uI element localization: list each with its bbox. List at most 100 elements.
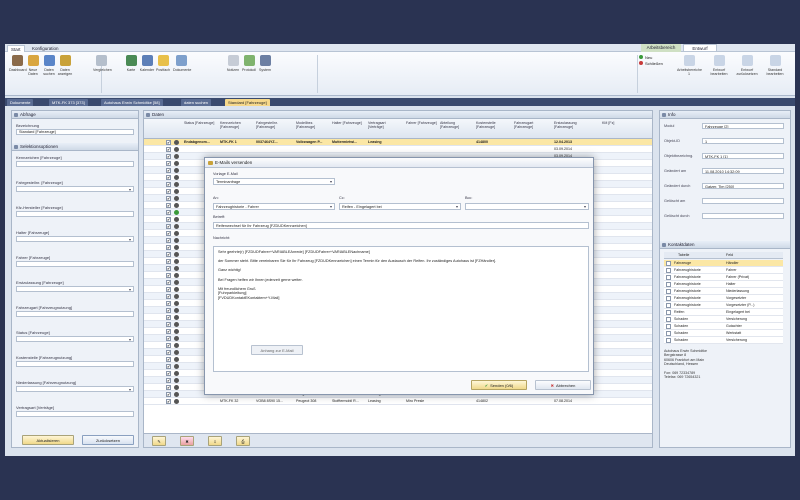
row-checkbox[interactable]: ✔	[166, 301, 171, 306]
close-action[interactable]: Schließen	[639, 61, 663, 67]
kontakt-row-checkbox[interactable]	[666, 331, 671, 336]
workspace-button-1[interactable]: Entwurf bearbeiten	[707, 55, 731, 76]
row-checkbox[interactable]: ✔	[166, 280, 171, 285]
table-column-header[interactable]: Erstzulassung [Fahrzeuge]	[554, 121, 588, 129]
edit-button[interactable]: ✎	[152, 436, 166, 446]
ribbon-button-10[interactable]: Protokoll	[241, 55, 257, 72]
info-field-value[interactable]: 11.08.2010 14:32:09	[702, 168, 784, 174]
refresh-button[interactable]: Aktualisieren	[22, 435, 74, 445]
kontakt-row-checkbox[interactable]	[666, 289, 671, 294]
delete-button[interactable]: ✖	[180, 436, 194, 446]
doc-tab-dokumente[interactable]: Dokumente	[7, 99, 34, 106]
reset-button[interactable]: Zurücksetzen	[82, 435, 134, 445]
row-checkbox[interactable]: ✔	[166, 175, 171, 180]
ribbon-button-11[interactable]: System	[257, 55, 273, 72]
kontakt-row-checkbox[interactable]	[666, 303, 671, 308]
row-checkbox[interactable]: ✔	[166, 266, 171, 271]
row-checkbox[interactable]: ✔	[166, 245, 171, 250]
workspace-button-0[interactable]: Arbeitsbereiche 1	[677, 55, 702, 76]
kontakt-row[interactable]: Fahrzeughistorie Fahrer (Privat)	[664, 274, 783, 281]
ribbon-button-0[interactable]: Dashboard	[9, 55, 27, 72]
bezeichnung-field[interactable]: Standard [Fahrzeuge]	[16, 129, 134, 135]
kontakt-row-checkbox[interactable]	[666, 338, 671, 343]
row-checkbox[interactable]: ✔	[166, 154, 171, 159]
table-column-header[interactable]: Halter [Fahrzeuge]	[332, 121, 366, 125]
attachment-button[interactable]: Anhang zur E-Mail	[251, 345, 303, 355]
row-checkbox[interactable]: ✔	[166, 210, 171, 215]
row-checkbox[interactable]: ✔	[166, 336, 171, 341]
doc-tab-standard[interactable]: Standard [Fahrzeuge]	[225, 99, 270, 106]
row-checkbox[interactable]: ✔	[166, 217, 171, 222]
row-checkbox[interactable]: ✔	[166, 189, 171, 194]
info-field-value[interactable]: Gatzer, Tim [250]	[702, 183, 784, 189]
option-field[interactable]	[16, 386, 134, 392]
table-column-header[interactable]: Fahrer [Fahrzeuge]	[406, 121, 440, 125]
ribbon-button-4[interactable]: Vergleichen	[93, 55, 112, 72]
ribbon-button-3[interactable]: Daten anzeigen	[57, 55, 73, 76]
option-field[interactable]	[16, 211, 134, 217]
row-checkbox[interactable]: ✔	[166, 252, 171, 257]
kontakt-row-checkbox[interactable]	[666, 310, 671, 315]
row-checkbox[interactable]: ✔	[166, 294, 171, 299]
row-checkbox[interactable]: ✔	[166, 322, 171, 327]
row-checkbox[interactable]: ✔	[166, 273, 171, 278]
row-checkbox[interactable]: ✔	[166, 371, 171, 376]
vorlage-select[interactable]: Terminanfrage	[213, 178, 335, 185]
print-button[interactable]: ⎙	[236, 436, 250, 446]
table-column-header[interactable]: Abteilung [Fahrzeuge]	[440, 121, 474, 129]
ribbon-button-1[interactable]: Neue Daten	[25, 55, 41, 76]
row-checkbox[interactable]: ✔	[166, 343, 171, 348]
table-row[interactable]: ✔ Endabgenom... MTK-FK 1 0037464YZ... Volksw…	[144, 139, 652, 146]
an-select[interactable]: Fahrzeughistorie - Fahrer	[213, 203, 335, 210]
row-checkbox[interactable]: ✔	[166, 182, 171, 187]
info-field-value[interactable]	[702, 198, 784, 204]
ribbon-button-5[interactable]: Karte	[123, 55, 139, 72]
option-field[interactable]	[16, 311, 134, 317]
send-button[interactable]: ✔ Senden (0/6)	[471, 380, 527, 390]
row-checkbox[interactable]: ✔	[166, 357, 171, 362]
info-field-value[interactable]: 1	[702, 138, 784, 144]
row-checkbox[interactable]: ✔	[166, 224, 171, 229]
row-checkbox[interactable]: ✔	[166, 308, 171, 313]
export-button[interactable]: ⇩	[208, 436, 222, 446]
cc-select[interactable]: Reifen - Eingelagert bei	[339, 203, 461, 210]
row-checkbox[interactable]: ✔	[166, 231, 171, 236]
row-checkbox[interactable]: ✔	[166, 168, 171, 173]
option-field[interactable]	[16, 361, 134, 367]
kontakt-row-checkbox[interactable]	[666, 261, 671, 266]
doc-tab-daten-suchen[interactable]: daten suchen	[181, 99, 212, 106]
row-checkbox[interactable]: ✔	[166, 315, 171, 320]
table-column-header[interactable]: Modellbez. [Fahrzeuge]	[296, 121, 330, 129]
kontakt-row[interactable]: Fahrzeuge Händler	[664, 260, 783, 267]
ribbon-button-8[interactable]: Dokumente	[173, 55, 191, 72]
table-column-header[interactable]: Vertragsart [Verträge]	[368, 121, 402, 129]
tab-konfiguration[interactable]: Konfiguration	[29, 45, 62, 52]
kontakt-row-checkbox[interactable]	[666, 296, 671, 301]
option-field[interactable]	[16, 411, 134, 417]
option-field[interactable]	[16, 261, 134, 267]
row-checkbox[interactable]: ✔	[166, 399, 171, 404]
table-row[interactable]: ✔ 03.09.2014	[144, 146, 652, 153]
row-checkbox[interactable]: ✔	[166, 238, 171, 243]
option-field[interactable]	[16, 286, 134, 292]
kontakt-row[interactable]: Fahrzeughistorie Halter	[664, 281, 783, 288]
row-checkbox[interactable]: ✔	[166, 140, 171, 145]
option-field[interactable]	[16, 186, 134, 192]
info-field-value[interactable]: Fahrzeuge [2]	[702, 123, 784, 129]
workspace-button-3[interactable]: Standard bearbeiten	[763, 55, 787, 76]
kontakt-row-checkbox[interactable]	[666, 268, 671, 273]
table-column-header[interactable]: Fahrgestellnr. [Fahrzeuge]	[256, 121, 290, 129]
row-checkbox[interactable]: ✔	[166, 350, 171, 355]
kontakt-row[interactable]: Schaden Gutachter	[664, 323, 783, 330]
kontakt-row[interactable]: Fahrzeughistorie Vorgesetzter	[664, 295, 783, 302]
row-checkbox[interactable]: ✔	[166, 203, 171, 208]
kontakt-row-checkbox[interactable]	[666, 282, 671, 287]
table-row[interactable]: ✔ MTK-FK 32 VOB8 8S90 15... Peugeot 308 Stof…	[144, 398, 652, 405]
ribbon-button-2[interactable]: Daten suchen	[41, 55, 57, 76]
betreff-field[interactable]: Reifenwechsel für Ihr Fahrzeug [FZDUDKen…	[213, 222, 589, 229]
option-field[interactable]	[16, 336, 134, 342]
row-checkbox[interactable]: ✔	[166, 329, 171, 334]
option-field[interactable]	[16, 236, 134, 242]
kontakt-row-checkbox[interactable]	[666, 275, 671, 280]
kontakt-row-checkbox[interactable]	[666, 317, 671, 322]
